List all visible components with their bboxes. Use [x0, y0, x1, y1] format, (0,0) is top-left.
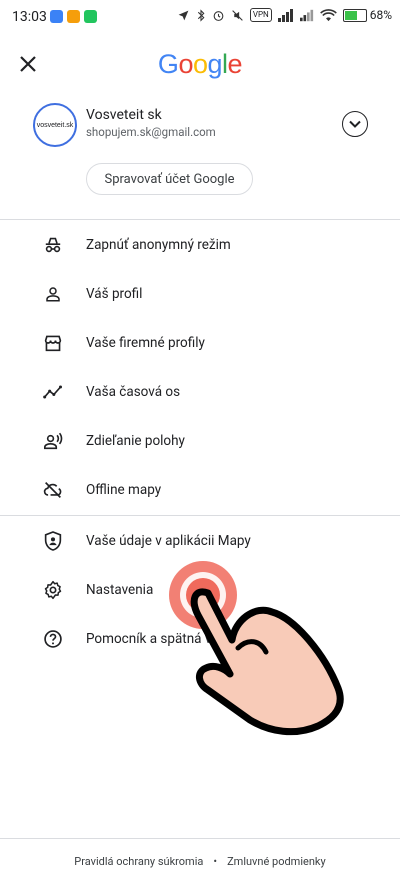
menu-item-your-data[interactable]: Vaše údaje v aplikácii Mapy [0, 516, 400, 565]
shield-person-icon [42, 530, 64, 552]
timeline-icon [42, 381, 64, 403]
wifi-icon [319, 8, 337, 21]
account-email: shopujem.sk@gmail.com [86, 125, 216, 139]
alarm-icon [213, 10, 224, 21]
navigation-icon [178, 10, 189, 20]
chevron-down-icon [349, 120, 361, 128]
menu-label: Zapnúť anonymný režim [86, 236, 231, 253]
mute-icon [232, 9, 243, 21]
battery-icon [342, 8, 367, 22]
menu-item-location-sharing[interactable]: Zdieľanie polohy [0, 416, 400, 465]
menu-label: Offline mapy [86, 481, 162, 498]
storefront-icon [42, 332, 64, 354]
account-name: Vosveteit sk [86, 107, 162, 123]
footer-links: Pravidlá ochrany súkromia • Zmluvné podmie… [0, 855, 400, 868]
status-bar: 13:03 VPN 68% [0, 0, 400, 36]
status-app-icons [50, 10, 97, 23]
menu-item-profile[interactable]: Váš profil [0, 269, 400, 318]
app-notification-icon [50, 10, 63, 23]
vpn-badge: VPN [249, 8, 272, 22]
cloud-off-icon [42, 479, 64, 501]
divider [0, 838, 400, 839]
signal-icon [299, 9, 313, 21]
menu-label: Zdieľanie polohy [86, 432, 185, 449]
battery-indicator: 68% [342, 8, 392, 22]
app-notification-icon [84, 10, 97, 23]
menu-label: Váš profil [86, 285, 143, 302]
menu-item-business-profiles[interactable]: Vaše firemné profily [0, 318, 400, 367]
incognito-icon [42, 234, 64, 256]
bluetooth-icon [197, 8, 205, 22]
app-notification-icon [67, 10, 80, 23]
gear-icon [42, 579, 64, 601]
menu-label: Vaše firemné profily [86, 334, 205, 351]
menu-label: Pomocník a spätná väzba [86, 630, 241, 647]
menu-item-incognito[interactable]: Zapnúť anonymný režim [0, 220, 400, 269]
menu-item-timeline[interactable]: Vaša časová os [0, 367, 400, 416]
battery-percent: 68% [369, 8, 392, 22]
avatar-text: vosveteit.sk [36, 121, 74, 129]
menu-item-settings[interactable]: Nastavenia [0, 565, 400, 614]
menu-label: Nastavenia [86, 581, 154, 598]
status-right-icons: VPN 68% [177, 8, 392, 22]
help-icon [42, 628, 64, 650]
menu-label: Vaša časová os [86, 383, 181, 400]
google-logo: Google [157, 49, 243, 79]
location-sharing-icon [42, 430, 64, 452]
person-icon [42, 283, 64, 305]
battery-level [344, 10, 357, 20]
signal-icon [277, 8, 293, 22]
privacy-policy-link[interactable]: Pravidlá ochrany súkromia [74, 855, 203, 868]
footer-separator: • [213, 855, 218, 868]
account-switcher-button[interactable] [342, 111, 368, 137]
manage-account-button[interactable]: Spravovať účet Google [86, 163, 253, 195]
terms-link[interactable]: Zmluvné podmienky [227, 855, 326, 868]
menu-item-help-feedback[interactable]: Pomocník a spätná väzba [0, 614, 400, 663]
menu-label: Vaše údaje v aplikácii Mapy [86, 532, 251, 549]
menu-item-offline-maps[interactable]: Offline mapy [0, 465, 400, 514]
account-sheet-header: Google [0, 40, 400, 90]
avatar[interactable]: vosveteit.sk [33, 103, 77, 147]
status-time: 13:03 [12, 9, 47, 25]
account-section: vosveteit.sk Vosveteit sk shopujem.sk@gm… [0, 100, 400, 210]
